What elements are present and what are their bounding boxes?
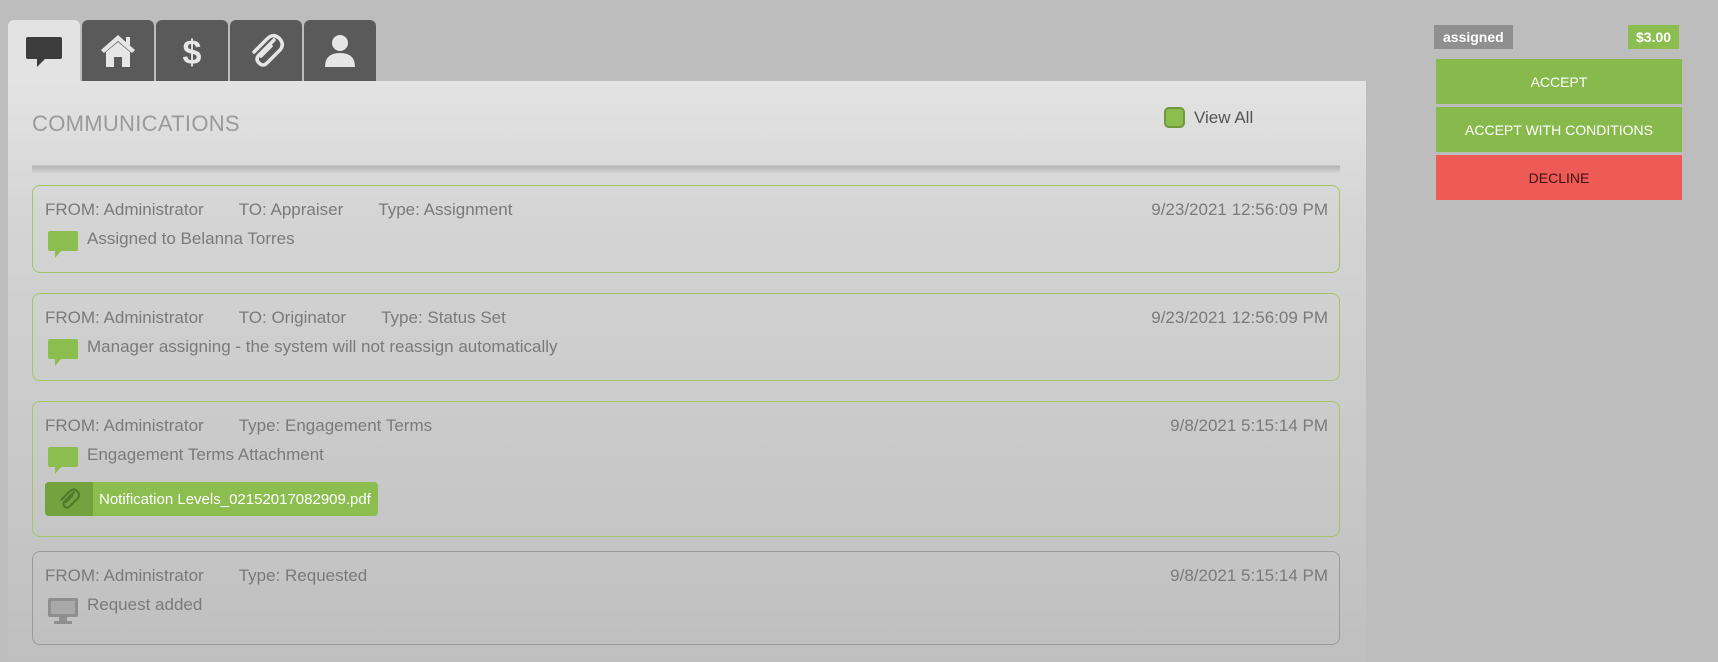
svg-text:$: $ bbox=[183, 34, 202, 72]
message-item: FROM: Administrator Type: Engagement Term… bbox=[32, 401, 1340, 537]
attachment-link[interactable]: Notification Levels_02152017082909.pdf bbox=[45, 482, 378, 516]
message-type: Type: Engagement Terms bbox=[238, 416, 433, 435]
message-item: FROM: Administrator Type: Requested 9/8/2… bbox=[32, 551, 1340, 645]
message-date: 9/23/2021 12:56:09 PM bbox=[1151, 200, 1328, 219]
message-from: FROM: Administrator bbox=[45, 200, 204, 219]
tab-communications[interactable] bbox=[8, 20, 80, 82]
message-body: Manager assigning - the system will not … bbox=[87, 337, 558, 356]
tab-property[interactable] bbox=[82, 20, 154, 82]
message-to: TO: Appraiser bbox=[238, 200, 344, 219]
speech-bubble-icon bbox=[26, 37, 62, 67]
decline-button[interactable]: DECLINE bbox=[1436, 155, 1682, 200]
dollar-icon: $ bbox=[183, 34, 202, 72]
speech-bubble-icon bbox=[48, 339, 78, 366]
message-date: 9/23/2021 12:56:09 PM bbox=[1151, 308, 1328, 327]
speech-bubble-icon bbox=[48, 447, 78, 474]
message-type: Type: Assignment bbox=[378, 200, 513, 219]
message-body: Request added bbox=[87, 595, 203, 614]
message-date: 9/8/2021 5:15:14 PM bbox=[1170, 566, 1328, 585]
message-item: FROM: Administrator TO: Originator Type: S… bbox=[32, 293, 1340, 381]
view-all-toggle[interactable]: View All bbox=[1164, 107, 1253, 128]
message-from: FROM: Administrator bbox=[45, 308, 204, 327]
speech-bubble-icon bbox=[48, 231, 78, 258]
section-title: COMMUNICATIONS bbox=[32, 111, 240, 136]
message-type: Type: Status Set bbox=[381, 308, 506, 327]
message-from: FROM: Administrator bbox=[45, 416, 204, 435]
message-item: FROM: Administrator TO: Appraiser Type: As… bbox=[32, 185, 1340, 273]
accept-button[interactable]: ACCEPT bbox=[1436, 59, 1682, 104]
monitor-icon bbox=[48, 598, 78, 624]
tab-contacts[interactable] bbox=[304, 20, 376, 82]
communications-panel: COMMUNICATIONS View All FROM: Administra… bbox=[8, 81, 1366, 662]
status-badge: assigned bbox=[1434, 25, 1513, 49]
view-all-label: View All bbox=[1194, 107, 1254, 127]
price-badge: $3.00 bbox=[1628, 25, 1680, 49]
home-icon bbox=[101, 35, 135, 67]
paperclip-icon bbox=[60, 488, 81, 509]
message-to: TO: Originator bbox=[238, 308, 347, 327]
message-body: Engagement Terms Attachment bbox=[87, 445, 324, 464]
tab-fees[interactable]: $ bbox=[156, 20, 228, 82]
accept-with-conditions-button[interactable]: ACCEPT WITH CONDITIONS bbox=[1436, 107, 1682, 152]
user-icon bbox=[325, 35, 355, 67]
tab-attachments[interactable] bbox=[230, 20, 302, 82]
tab-bar: $ bbox=[8, 20, 376, 82]
message-body: Assigned to Belanna Torres bbox=[87, 229, 295, 248]
attachment-filename: Notification Levels_02152017082909.pdf bbox=[99, 490, 371, 508]
message-from: FROM: Administrator bbox=[45, 566, 204, 585]
message-type: Type: Requested bbox=[238, 566, 368, 585]
message-date: 9/8/2021 5:15:14 PM bbox=[1170, 416, 1328, 435]
section-divider bbox=[32, 165, 1340, 174]
attachment-icon-box bbox=[45, 482, 93, 516]
paperclip-icon bbox=[252, 34, 284, 67]
view-all-checkbox[interactable] bbox=[1164, 107, 1185, 128]
